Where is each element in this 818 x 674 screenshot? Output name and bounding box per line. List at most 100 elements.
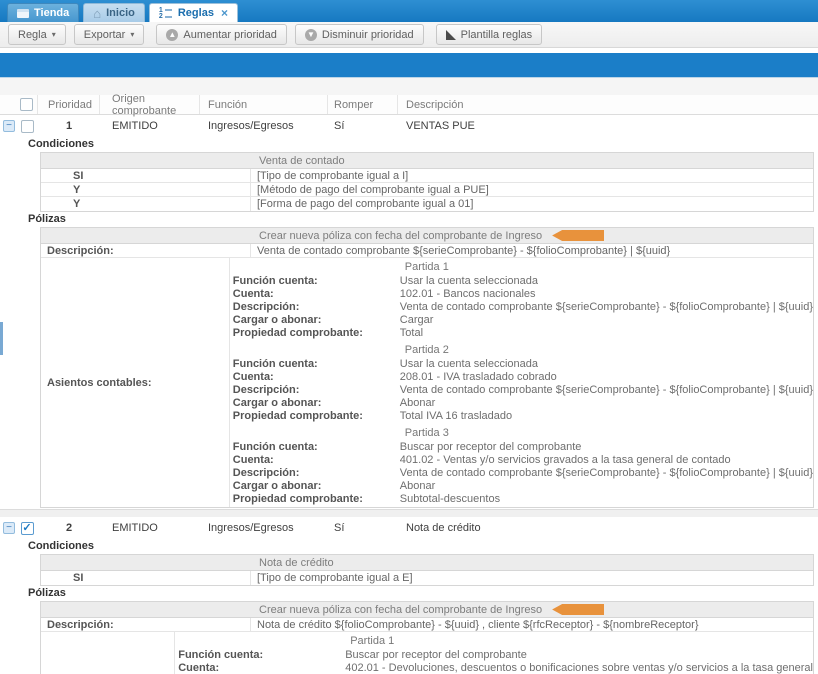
condition-expression: [Método de pago del comprobante igual a … <box>251 184 489 196</box>
condition-row: SI [Tipo de comprobante igual a I] <box>41 169 813 183</box>
polizas-section-label: Pólizas <box>28 587 818 600</box>
partida-field-value: Usar la cuenta seleccionada <box>400 358 538 370</box>
partidas-cell: Partida 1 Función cuenta: Usar la cuenta… <box>230 258 813 507</box>
home-icon: ⌂ <box>93 7 101 20</box>
condition-expression: [Tipo de comprobante igual a E] <box>251 572 413 584</box>
column-header-origen-comprobante[interactable]: Origen comprobante <box>100 95 200 114</box>
partida-row: Función cuenta: Usar la cuenta seleccion… <box>230 274 813 287</box>
asientos-row: Asientos contables: Partida 1 Función cu… <box>41 258 813 507</box>
partida-row: Función cuenta: Buscar por receptor del … <box>175 648 813 661</box>
plantilla-reglas-button[interactable]: Plantilla reglas <box>436 24 543 45</box>
partida-field-value: Cargar <box>400 314 434 326</box>
arrow-up-circle-icon: ▲ <box>166 29 178 41</box>
partida-field-value: Subtotal-descuentos <box>400 493 500 505</box>
column-header-romper[interactable]: Romper <box>328 95 398 114</box>
partida-row: Propiedad comprobante: Total <box>230 326 813 339</box>
poliza-description-value: Venta de contado comprobante ${serieComp… <box>251 244 813 257</box>
break-cell: Sí <box>328 115 398 137</box>
partida-row: Cuenta: 402.01 - Devoluciones, descuento… <box>175 661 813 674</box>
partida-field-label: Cuenta: <box>230 371 400 383</box>
poliza-description-label: Descripción: <box>41 244 251 257</box>
partida-field-value: Usar la cuenta seleccionada <box>400 275 538 287</box>
partida-field-label: Propiedad comprobante: <box>230 327 400 339</box>
condition-row: Y [Forma de pago del comprobante igual a… <box>41 197 813 211</box>
conditions-title: Nota de crédito <box>41 555 813 571</box>
arrow-down-circle-icon: ▼ <box>305 29 317 41</box>
row-checkbox[interactable] <box>21 120 34 133</box>
poliza-description-row: Descripción: Venta de contado comprobant… <box>41 244 813 258</box>
partida-field-label: Función cuenta: <box>230 441 400 453</box>
regla-menu-label: Regla <box>18 29 47 41</box>
partida-field-value: Venta de contado comprobante ${serieComp… <box>400 301 813 313</box>
tab-bar: Tienda ⌂ Inicio Reglas × <box>0 0 818 22</box>
poliza-description-label: Descripción: <box>41 618 251 631</box>
column-header-descripcion[interactable]: Descripción <box>398 95 818 114</box>
poliza-title-text: Crear nueva póliza con fecha del comprob… <box>259 604 542 616</box>
regla-menu-button[interactable]: Regla ▾ <box>8 24 66 45</box>
rule-separator <box>0 509 818 517</box>
partida-row: Función cuenta: Usar la cuenta seleccion… <box>230 357 813 370</box>
poliza-description-row: Descripción: Nota de crédito ${folioComp… <box>41 618 813 632</box>
select-all-column-header <box>16 95 38 114</box>
partida-field-label: Propiedad comprobante: <box>230 493 400 505</box>
tab-reglas[interactable]: Reglas × <box>149 3 238 22</box>
partida-name: Partida 3 <box>230 426 813 440</box>
rules-window: Tienda ⌂ Inicio Reglas × Regla ▾ Exporta… <box>0 0 818 674</box>
condition-row: SI [Tipo de comprobante igual a E] <box>41 571 813 585</box>
origin-cell: EMITIDO <box>100 115 200 137</box>
polizas-section-label: Pólizas <box>28 213 818 226</box>
close-icon[interactable]: × <box>221 7 228 19</box>
partida-field-label: Cargar o abonar: <box>230 397 400 409</box>
conditions-title-text: Nota de crédito <box>259 557 334 569</box>
condition-operator: Y <box>41 197 251 211</box>
partida-row: Cargar o abonar: Abonar <box>230 396 813 409</box>
partida-field-value: Buscar por receptor del comprobante <box>400 441 582 453</box>
partida-name: Partida 2 <box>230 343 813 357</box>
conditions-section-label: Condiciones <box>28 540 818 553</box>
partida-field-value: 402.01 - Devoluciones, descuentos o boni… <box>345 662 813 674</box>
partida-row: Propiedad comprobante: Subtotal-descuent… <box>230 492 813 505</box>
orange-arrow-redaction <box>552 230 604 241</box>
collapse-icon[interactable]: − <box>3 120 15 132</box>
grid-header: Prioridad Origen comprobante Función Rom… <box>0 95 818 115</box>
conditions-table: Venta de contado SI [Tipo de comprobante… <box>40 152 814 212</box>
expand-column-header <box>0 95 16 114</box>
tab-inicio[interactable]: ⌂ Inicio <box>83 3 145 22</box>
priority-cell: 1 <box>38 115 100 137</box>
partida-row: Cuenta: 401.02 - Ventas y/o servicios gr… <box>230 453 813 466</box>
partida-field-label: Cuenta: <box>175 662 345 674</box>
row-checkbox-checked[interactable]: ✓ <box>21 522 34 535</box>
collapsed-panel-edge[interactable] <box>0 322 3 355</box>
condition-operator: Y <box>41 183 251 196</box>
partida-field-label: Cargar o abonar: <box>230 314 400 326</box>
partida-field-value: Venta de contado comprobante ${serieComp… <box>400 384 813 396</box>
rule-row-1[interactable]: − 1 EMITIDO Ingresos/Egresos Sí VENTAS P… <box>0 115 818 137</box>
column-header-funcion[interactable]: Función <box>200 95 328 114</box>
tab-tienda[interactable]: Tienda <box>7 3 79 22</box>
function-cell: Ingresos/Egresos <box>200 115 328 137</box>
priority-cell: 2 <box>38 517 100 539</box>
partida-name: Partida 1 <box>230 260 813 274</box>
asientos-row: Partida 1 Función cuenta: Buscar por rec… <box>41 632 813 674</box>
partida-row: Cargar o abonar: Abonar <box>230 479 813 492</box>
partida-row: Cargar o abonar: Cargar <box>230 313 813 326</box>
column-header-prioridad[interactable]: Prioridad <box>38 95 100 114</box>
numbered-list-icon <box>159 7 173 20</box>
partida-field-value: 102.01 - Bancos nacionales <box>400 288 536 300</box>
poliza-description-value: Nota de crédito ${folioComprobante} - ${… <box>251 618 813 631</box>
select-all-checkbox[interactable] <box>20 98 33 111</box>
partida-field-value: Abonar <box>400 397 435 409</box>
collapse-icon[interactable]: − <box>3 522 15 534</box>
partida-row: Descripción: Venta de contado comprobant… <box>230 300 813 313</box>
partida-row: Descripción: Venta de contado comprobant… <box>230 383 813 396</box>
blue-header-band <box>0 53 818 78</box>
rules-toolbar: Regla ▾ Exportar ▾ ▲ Aumentar prioridad … <box>0 22 818 48</box>
partida-field-label: Cuenta: <box>230 454 400 466</box>
exportar-menu-button[interactable]: Exportar ▾ <box>74 24 145 45</box>
partida-field-value: Venta de contado comprobante ${serieComp… <box>400 467 813 479</box>
condition-expression: [Forma de pago del comprobante igual a 0… <box>251 198 473 210</box>
disminuir-prioridad-button[interactable]: ▼ Disminuir prioridad <box>295 24 424 45</box>
aumentar-prioridad-button[interactable]: ▲ Aumentar prioridad <box>156 24 287 45</box>
tab-reglas-label: Reglas <box>178 7 214 19</box>
rule-row-2[interactable]: − ✓ 2 EMITIDO Ingresos/Egresos Sí Nota d… <box>0 517 818 539</box>
